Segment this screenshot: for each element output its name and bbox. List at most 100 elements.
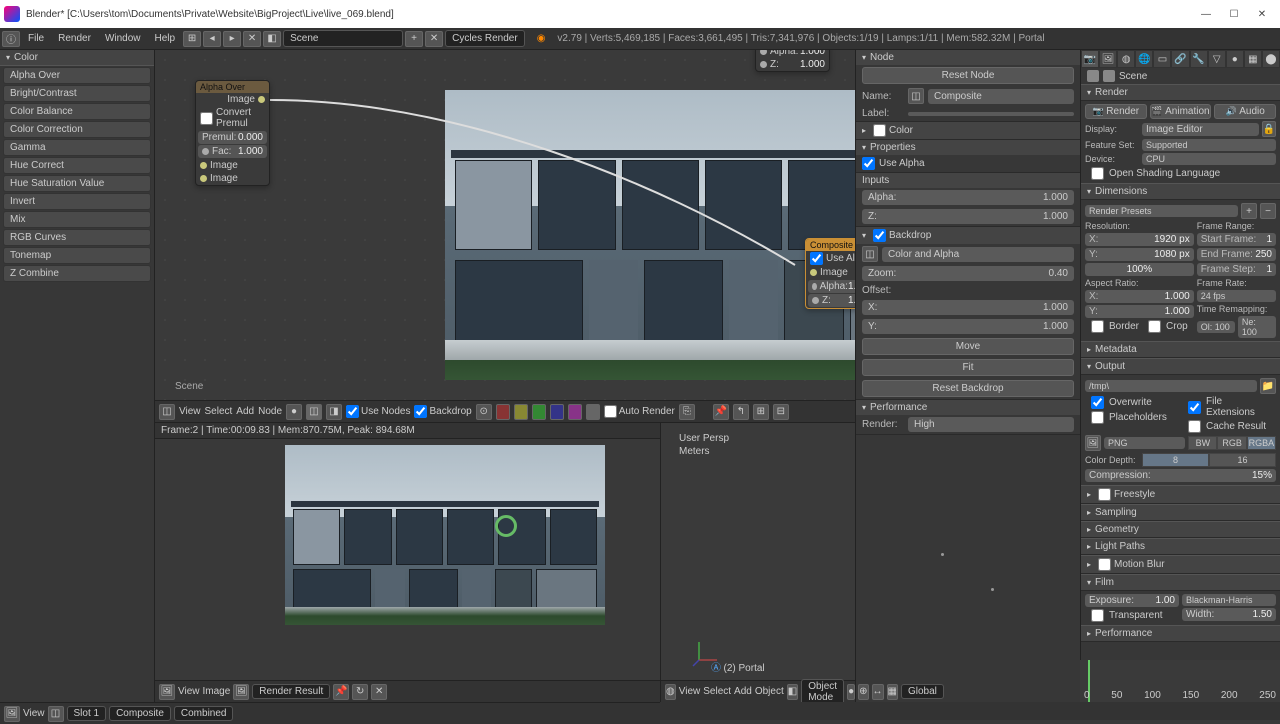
pass-selector[interactable]: Combined xyxy=(174,706,234,721)
rgb-button[interactable]: RGB xyxy=(1217,436,1246,450)
overwrite-check[interactable] xyxy=(1091,396,1104,409)
res-pct-field[interactable]: 100% xyxy=(1085,263,1194,276)
img-menu-view[interactable]: View xyxy=(178,686,200,697)
add-invert[interactable]: Invert xyxy=(3,193,151,210)
imgf-mode-icon[interactable]: ◫ xyxy=(48,706,64,722)
motion-blur-section[interactable]: ▸Motion Blur xyxy=(1081,555,1280,574)
layer-selector[interactable]: Composite xyxy=(109,706,171,721)
sampling-section[interactable]: ▸Sampling xyxy=(1081,504,1280,521)
zoom-field[interactable]: Zoom:0.40 xyxy=(862,266,1074,281)
add-rgb-curves[interactable]: RGB Curves xyxy=(3,229,151,246)
3d-menu-add[interactable]: Add xyxy=(734,686,752,697)
scene-add-icon[interactable]: + xyxy=(405,31,423,47)
exposure-field[interactable]: Exposure:1.00 xyxy=(1085,594,1179,607)
go-parent-icon[interactable]: ↰ xyxy=(733,404,749,420)
node-menu-add[interactable]: Add xyxy=(236,406,254,417)
mode-selector[interactable]: Object Mode xyxy=(801,679,844,705)
remap-old-field[interactable]: Ol: 100 xyxy=(1197,321,1235,333)
output-section[interactable]: ▾Output xyxy=(1081,358,1280,375)
menu-render[interactable]: Render xyxy=(52,31,97,46)
np-properties-header[interactable]: ▾Properties xyxy=(856,140,1080,155)
aspect-x-field[interactable]: X:1.000 xyxy=(1085,290,1194,303)
osl-check[interactable] xyxy=(1091,167,1104,180)
offset-y-field[interactable]: Y:1.000 xyxy=(862,319,1074,334)
feature-set-select[interactable]: Supported xyxy=(1142,139,1276,151)
node-composite-title[interactable]: Composite xyxy=(806,239,855,251)
node-menu-select[interactable]: Select xyxy=(205,406,233,417)
convert-premul-check[interactable] xyxy=(200,112,213,125)
add-tonemap[interactable]: Tonemap xyxy=(3,247,151,264)
render-section[interactable]: ▾Render xyxy=(1081,84,1280,101)
editor-type-imgf-icon[interactable]: 🖼 xyxy=(4,706,20,722)
img-reload-icon[interactable]: ↻ xyxy=(352,684,368,700)
reset-node-button[interactable]: Reset Node xyxy=(862,67,1074,84)
slot-selector[interactable]: Slot 1 xyxy=(67,706,107,721)
screen-layout-icon[interactable]: ⊞ xyxy=(183,31,201,47)
render-result-selector[interactable]: Render Result xyxy=(252,684,330,699)
move-button[interactable]: Move xyxy=(862,338,1074,355)
np-node-header[interactable]: ▾Node xyxy=(856,50,1080,65)
3d-viewport[interactable]: User Persp Meters Ⓐ (2) Portal ◍ View Se… xyxy=(660,423,855,702)
add-alpha-over[interactable]: Alpha Over xyxy=(3,67,151,84)
np-backdrop-header[interactable]: ▾Backdrop xyxy=(856,227,1080,244)
pivot-icon[interactable]: ⊕ xyxy=(858,684,868,700)
img-browse-icon[interactable]: 🖼 xyxy=(233,684,249,700)
preset-add-icon[interactable]: + xyxy=(1241,203,1257,219)
light-paths-section[interactable]: ▸Light Paths xyxy=(1081,538,1280,555)
use-nodes-toggle[interactable]: Use Nodes xyxy=(346,405,410,418)
metadata-section[interactable]: ▸Metadata xyxy=(1081,341,1280,358)
node-alpha-over[interactable]: Alpha Over Image Convert Premul Premul:0… xyxy=(195,80,270,186)
crop-check[interactable] xyxy=(1148,320,1161,333)
toolshelf-color-header[interactable]: ▾Color xyxy=(0,50,154,66)
folder-icon[interactable]: 📁 xyxy=(1260,378,1276,394)
channel-p-icon[interactable] xyxy=(568,404,582,420)
format-select[interactable]: PNG xyxy=(1104,437,1185,449)
img-close-icon[interactable]: ✕ xyxy=(371,684,387,700)
device-select[interactable]: CPU xyxy=(1142,153,1276,165)
placeholders-check[interactable] xyxy=(1091,411,1104,424)
node-alpha-over-title[interactable]: Alpha Over xyxy=(196,81,269,93)
geometry-section[interactable]: ▸Geometry xyxy=(1081,521,1280,538)
lock-ui-icon[interactable]: 🔒 xyxy=(1262,121,1276,137)
snap-icon[interactable]: ⊙ xyxy=(476,404,492,420)
end-frame-field[interactable]: End Frame:250 xyxy=(1197,248,1276,261)
audio-button[interactable]: 🔊 Audio xyxy=(1214,104,1276,119)
display-mode-select[interactable]: Image Editor xyxy=(1142,123,1259,136)
tab-render-layers[interactable]: 🖼 xyxy=(1099,50,1117,68)
manipulator-icon[interactable]: ↔ xyxy=(872,684,884,700)
pin-icon[interactable]: 📌 xyxy=(713,404,729,420)
node-datablock-icon[interactable]: ◫ xyxy=(908,88,924,104)
depth-8[interactable]: 8 xyxy=(1142,453,1209,467)
res-x-field[interactable]: X:1920 px xyxy=(1085,233,1194,246)
tab-constraints[interactable]: 🔗 xyxy=(1171,50,1189,68)
close-button[interactable]: ✕ xyxy=(1248,3,1276,25)
tab-object[interactable]: ▭ xyxy=(1153,50,1171,68)
tree-type-compositing-icon[interactable]: ◫ xyxy=(306,404,322,420)
3d-menu-select[interactable]: Select xyxy=(703,686,731,697)
snap-grid-icon[interactable]: ⊞ xyxy=(753,404,769,420)
start-frame-field[interactable]: Start Frame:1 xyxy=(1197,233,1276,246)
tab-physics[interactable]: ⬤ xyxy=(1262,50,1280,68)
channel-b-icon[interactable] xyxy=(550,404,564,420)
menu-window[interactable]: Window xyxy=(99,31,147,46)
transparent-check[interactable] xyxy=(1091,609,1104,622)
add-hue-correct[interactable]: Hue Correct xyxy=(3,157,151,174)
mode-icon[interactable]: ◧ xyxy=(787,684,798,700)
tab-render[interactable]: 📷 xyxy=(1081,50,1099,68)
frame-step-field[interactable]: Frame Step:1 xyxy=(1197,263,1276,276)
np-performance-header[interactable]: ▾Performance xyxy=(856,400,1080,415)
editor-type-image-icon[interactable]: 🖼 xyxy=(159,684,175,700)
animation-button[interactable]: 🎬 Animation xyxy=(1150,104,1212,119)
border-check[interactable] xyxy=(1091,320,1104,333)
render-quality-field[interactable]: High xyxy=(908,417,1074,432)
tree-type-texture-icon[interactable]: ◨ xyxy=(326,404,342,420)
img-menu-image[interactable]: Image xyxy=(203,686,231,697)
backdrop-toggle[interactable]: Backdrop xyxy=(414,405,471,418)
performance-section[interactable]: ▸Performance xyxy=(1081,625,1280,642)
node-viewer-stub[interactable]: Alpha:1.000 Z:1.000 xyxy=(755,50,830,72)
alpha-field[interactable]: Alpha:1.000 xyxy=(862,190,1074,205)
color-alpha-selector[interactable]: Color and Alpha xyxy=(882,247,1074,262)
tab-texture[interactable]: ▦ xyxy=(1244,50,1262,68)
depth-16[interactable]: 16 xyxy=(1209,453,1276,467)
remap-new-field[interactable]: Ne: 100 xyxy=(1238,316,1276,338)
